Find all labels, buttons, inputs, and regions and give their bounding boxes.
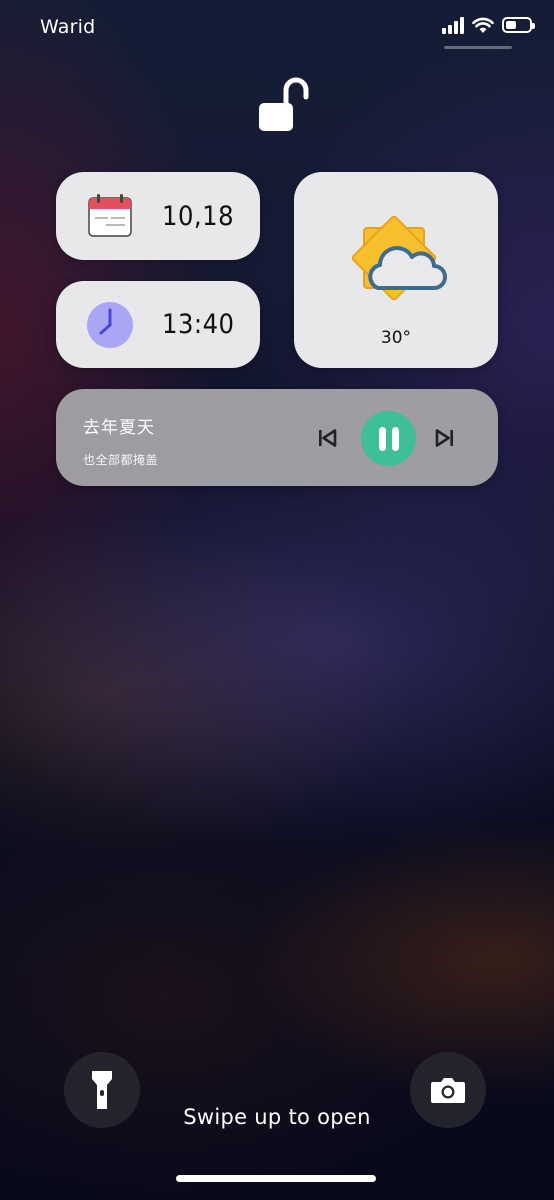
wifi-icon bbox=[472, 17, 494, 33]
cellular-signal-icon bbox=[442, 16, 464, 34]
sun-behind-cloud-icon bbox=[351, 215, 447, 301]
pause-icon bbox=[378, 426, 399, 451]
camera-icon bbox=[431, 1078, 465, 1103]
date-widget[interactable]: 10,18 bbox=[56, 172, 260, 260]
clock-icon bbox=[87, 302, 133, 348]
skip-next-icon bbox=[435, 429, 453, 447]
date-value: 10,18 bbox=[162, 200, 235, 232]
skip-previous-icon bbox=[319, 429, 337, 447]
unlocked-padlock-icon bbox=[259, 77, 309, 131]
music-player-widget[interactable]: 去年夏天 也全部都掩盖 bbox=[56, 389, 498, 486]
song-subtitle: 也全部都掩盖 bbox=[83, 453, 159, 467]
song-title: 去年夏天 bbox=[83, 418, 155, 438]
weather-widget[interactable]: 30° bbox=[294, 172, 498, 368]
battery-icon bbox=[502, 17, 535, 33]
status-icons bbox=[442, 16, 535, 34]
status-bar-indicator bbox=[444, 46, 512, 49]
home-indicator[interactable] bbox=[176, 1175, 376, 1182]
weather-temperature: 30° bbox=[380, 328, 412, 348]
calendar-icon bbox=[88, 194, 132, 237]
carrier-name: Warid bbox=[40, 16, 96, 38]
clock-widget[interactable]: 13:40 bbox=[56, 281, 260, 368]
previous-track-button[interactable] bbox=[314, 425, 340, 451]
pause-button[interactable] bbox=[361, 411, 416, 466]
next-track-button[interactable] bbox=[432, 425, 458, 451]
swipe-up-hint: Swipe up to open bbox=[183, 1105, 371, 1129]
status-bar: Warid bbox=[0, 0, 554, 56]
clock-value: 13:40 bbox=[162, 309, 235, 340]
